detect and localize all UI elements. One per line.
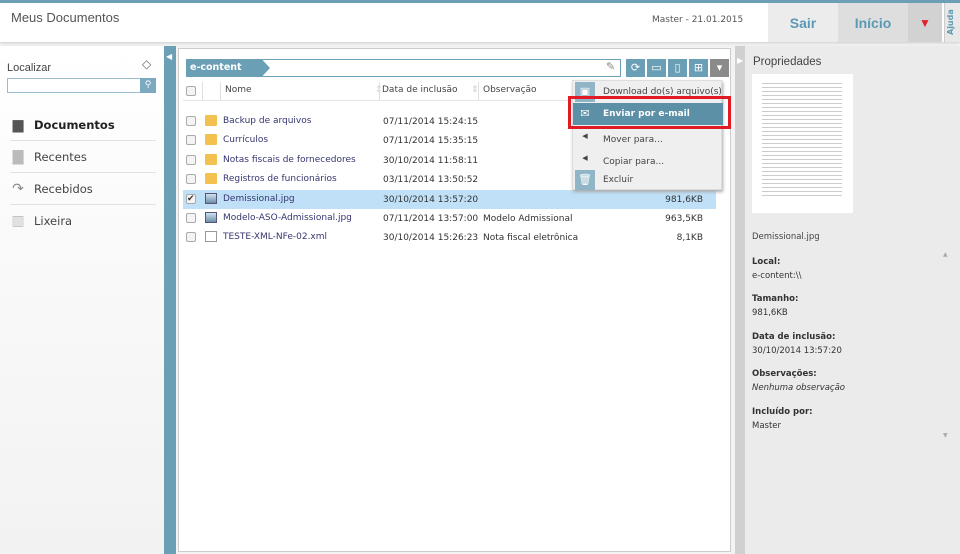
select-all-checkbox[interactable] [186,86,196,96]
menu-item-copy[interactable]: ◀ Copiar para... [573,147,723,169]
user-date: Master - 21.01.2015 [652,15,744,25]
search-icon[interactable]: ⚲ [140,78,156,93]
sidebar: Localizar ◇ ⚲ ▆ Documentos ▇ Recentes ↷ Rec… [0,46,164,554]
trash-icon: 🗑 [575,170,595,190]
menu-label: Mover para... [603,135,663,145]
sidebar-item-recebidos[interactable]: ↷ Recebidos [10,173,156,205]
documents-icon: ▆ [12,116,24,133]
table-row[interactable]: TESTE-XML-NFe-02.xml 30/10/2014 15:26:23… [183,228,716,247]
highlight-box [568,96,731,129]
new-folder-icon[interactable]: ▭ [647,59,666,77]
file-date: 07/11/2014 15:24:15 [383,117,479,127]
logout-button[interactable]: Sair [768,3,838,42]
file-name[interactable]: Backup de arquivos [223,116,311,126]
search-input[interactable] [7,78,156,93]
file-observation: Nota fiscal eletrônica [483,233,579,244]
table-row[interactable]: ✔ Demissional.jpg 30/10/2014 13:57:20 98… [183,189,716,209]
row-checkbox[interactable] [186,232,196,243]
sidebar-item-label: Lixeira [34,214,73,228]
sidebar-item-label: Recebidos [34,181,93,196]
eraser-icon[interactable]: ◇ [142,57,151,71]
column-nome[interactable]: Nome [225,85,252,95]
recent-icon: ▇ [12,148,24,165]
file-observation: Modelo Admissional [483,214,573,224]
submenu-arrow-icon: ◀ [582,132,588,140]
folder-icon [205,153,217,165]
table-row[interactable]: Modelo-ASO-Admissional.jpg 07/11/2014 13… [183,209,716,228]
file-name[interactable]: TESTE-XML-NFe-02.xml [223,232,327,242]
column-data[interactable]: Data de inclusão [382,85,458,95]
xml-icon [205,231,217,243]
row-checkbox[interactable] [186,135,196,146]
menu-label: Excluir [603,175,634,185]
file-name[interactable]: Registros de funcionários [223,174,337,184]
file-name[interactable]: Notas fiscais de fornecedores [223,155,356,165]
file-name[interactable]: Demissional.jpg [223,194,295,204]
file-date: 07/11/2014 15:35:15 [383,136,479,147]
sidebar-item-lixeira[interactable]: ▥ Lixeira [10,205,156,237]
menu-label: Copiar para... [603,157,665,167]
image-icon [205,212,217,223]
file-name[interactable]: Modelo-ASO-Admissional.jpg [223,213,352,223]
file-size: 981,6KB [665,194,703,205]
refresh-icon[interactable]: ⟳ [626,59,645,77]
menu-item-delete[interactable]: 🗑 Excluir [573,169,723,191]
file-date: 30/10/2014 15:26:23 [383,233,479,244]
file-name[interactable]: Currículos [223,135,268,145]
home-button[interactable]: Início [838,3,908,42]
properties-panel: Propriedades Demissional.jpg Local: e-con… [745,46,960,554]
prop-obs: Observações: Nenhuma observação [752,369,846,393]
sidebar-item-label: Documentos [34,117,115,132]
file-date: 30/10/2014 13:57:20 [383,194,479,205]
prop-date: Data de inclusão: 30/10/2014 13:57:20 [752,332,842,356]
file-thumbnail [752,74,853,213]
grid-view-icon[interactable]: ⊞ [689,59,708,77]
folder-icon [205,173,217,185]
help-label: Ajuda [946,9,955,35]
image-icon [205,192,217,204]
properties-filename: Demissional.jpg [752,232,820,242]
properties-collapse-handle[interactable]: ▶ [735,46,745,554]
more-options-icon[interactable]: ▾ [710,59,729,77]
sidebar-collapse-handle[interactable]: ◀ [164,46,176,554]
trash-icon: ▥ [11,213,25,229]
properties-title: Propriedades [753,56,822,68]
row-checkbox[interactable] [186,154,196,165]
file-date: 30/10/2014 11:58:11 [383,155,479,166]
sidebar-item-documentos[interactable]: ▆ Documentos [10,109,156,141]
file-date: 03/11/2014 13:50:52 [383,175,479,186]
prop-local: Local: e-content:\\ [752,257,802,281]
file-size: 8,1KB [676,233,703,244]
breadcrumb-item[interactable]: e-content [186,59,270,77]
folder-icon [205,115,217,126]
received-icon: ↷ [12,180,24,197]
triangle-down-icon: ▼ [919,15,931,30]
row-checkbox[interactable] [186,116,196,126]
submenu-arrow-icon: ◀ [582,154,588,162]
file-size: 963,5KB [665,214,703,224]
menu-dropdown-button[interactable]: ▼ [908,3,942,42]
row-checkbox[interactable] [186,174,196,185]
row-checkbox[interactable] [186,213,196,223]
file-date: 07/11/2014 13:57:00 [383,214,479,224]
search-label: Localizar [7,62,52,74]
sidebar-item-label: Recentes [34,149,87,164]
sidebar-item-recentes[interactable]: ▇ Recentes [10,141,156,173]
prop-size: Tamanho: 981,6KB [752,294,799,318]
properties-scrollbar[interactable]: ▲ ▼ [943,251,953,439]
folder-icon [205,134,217,146]
upload-icon[interactable]: ▯ [668,59,687,77]
page-title: Meus Documentos [11,10,120,25]
help-tab[interactable]: Ajuda [944,3,960,42]
prop-author: Incluído por: Master [752,407,813,431]
pencil-icon[interactable]: ✎ [606,60,615,73]
row-checkbox[interactable]: ✔ [186,193,196,204]
column-observacao[interactable]: Observação [483,85,537,95]
